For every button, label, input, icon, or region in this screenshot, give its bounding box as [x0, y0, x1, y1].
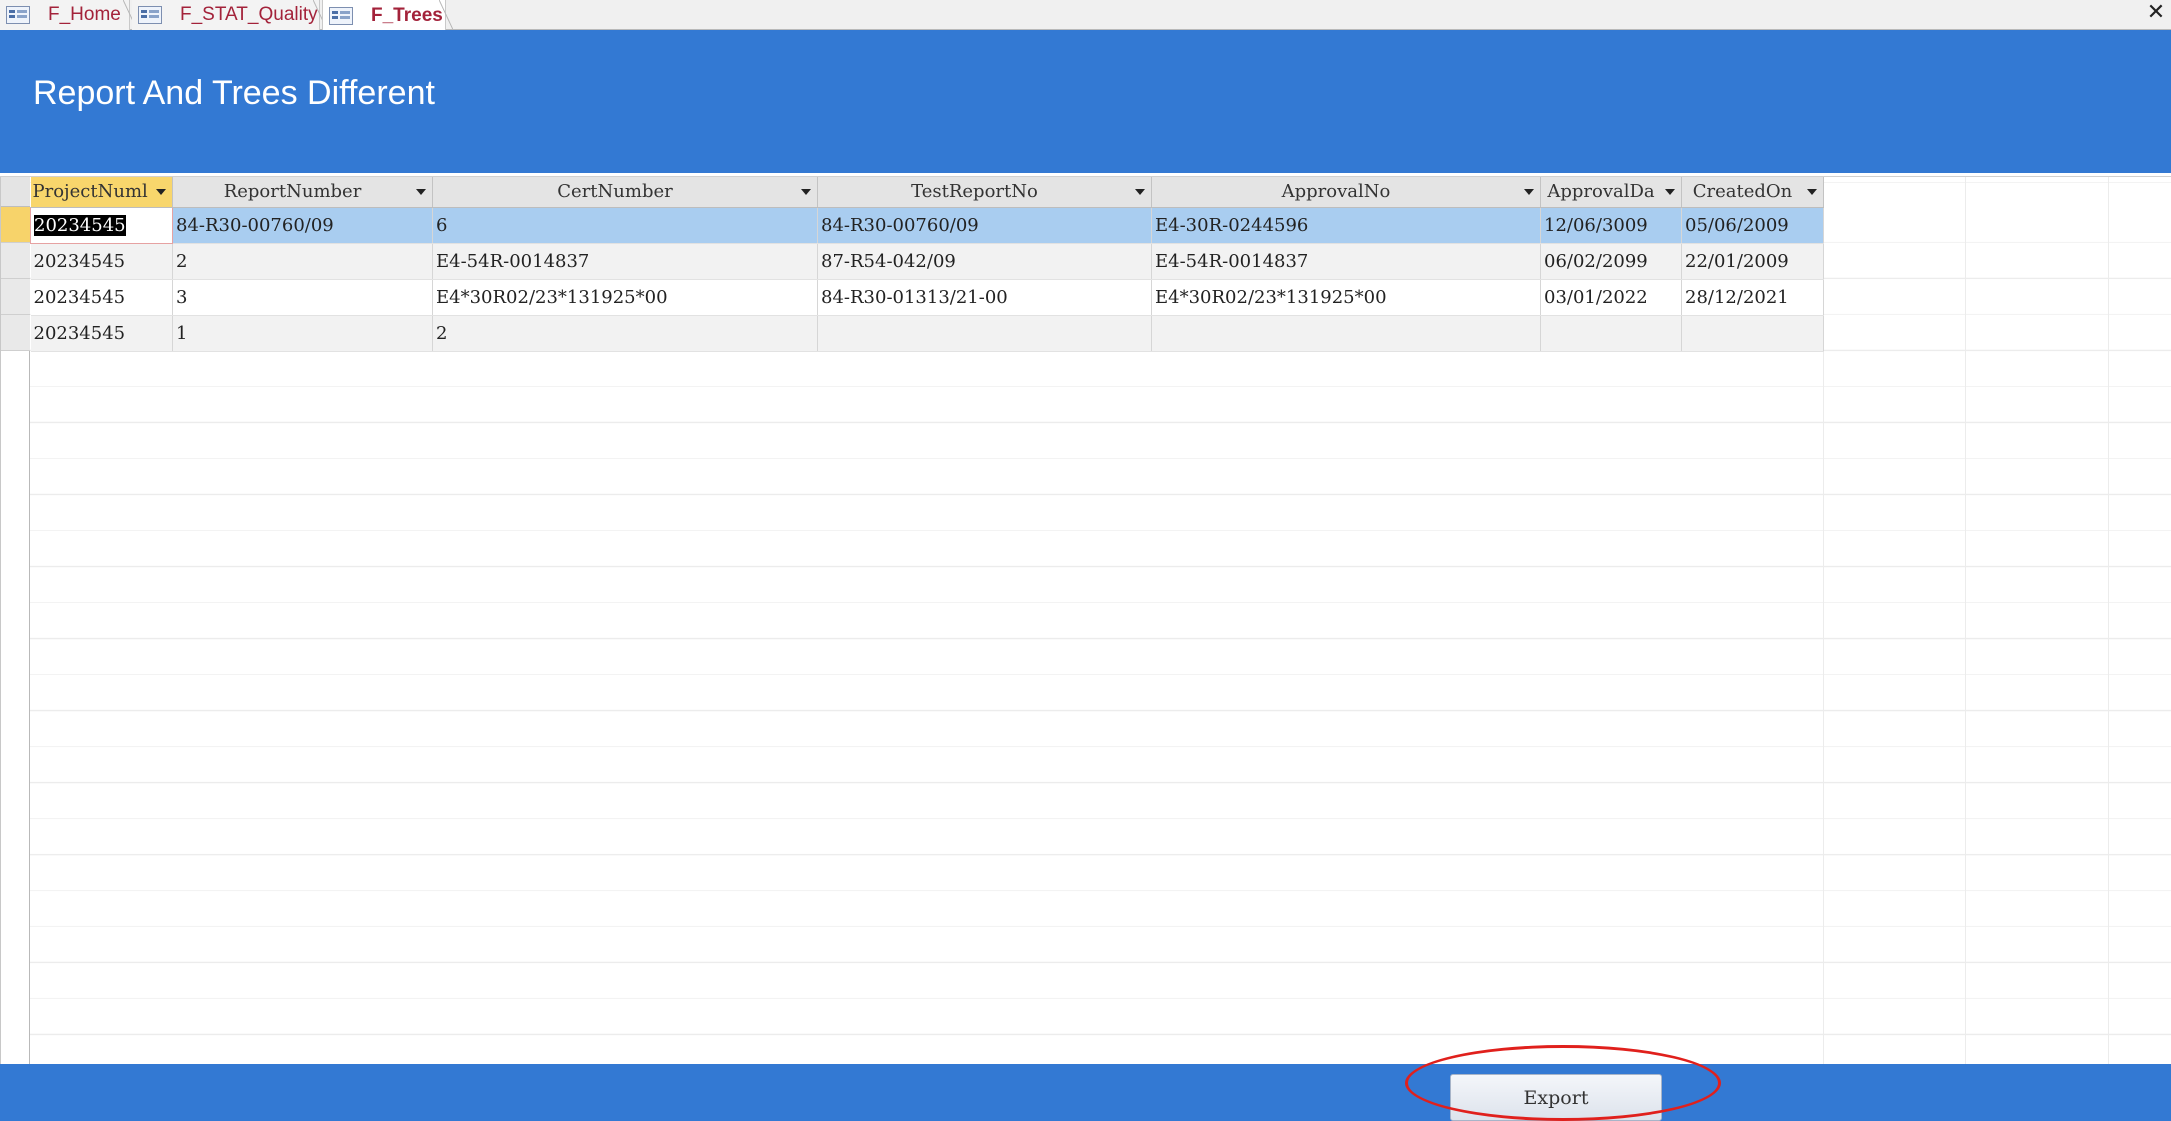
table-cell[interactable]: 87-R54-042/09 [817, 243, 1152, 280]
table-cell[interactable] [1151, 315, 1541, 352]
table-cell[interactable]: E4-54R-0014837 [432, 243, 818, 280]
chevron-down-icon[interactable] [416, 189, 426, 195]
table-cell[interactable]: 03/01/2022 [1540, 279, 1682, 316]
chevron-down-icon[interactable] [801, 189, 811, 195]
close-icon[interactable]: ✕ [2145, 0, 2167, 26]
table-cell[interactable]: 2 [172, 243, 433, 280]
table-row[interactable]: 20234545 84-R30-00760/09 6 84-R30-00760/… [30, 206, 1824, 244]
datasheet: ProjectNuml ReportNumber CertNumber Test… [0, 176, 2171, 1065]
record-selector[interactable] [1, 279, 30, 315]
chevron-down-icon[interactable] [1807, 189, 1817, 195]
chevron-down-icon[interactable] [1524, 189, 1534, 195]
table-cell[interactable] [1681, 315, 1824, 352]
chevron-down-icon[interactable] [156, 189, 166, 195]
form-icon [6, 6, 30, 24]
table-cell[interactable]: E4*30R02/23*131925*00 [432, 279, 818, 316]
page-title: Report And Trees Different [33, 74, 435, 112]
table-cell[interactable]: 20234545 [30, 315, 173, 352]
table-cell[interactable]: 22/01/2009 [1681, 243, 1824, 280]
tab-label: F_Home [48, 4, 121, 25]
table-cell[interactable]: 12/06/3009 [1540, 207, 1682, 244]
table-cell[interactable]: 84-R30-00760/09 [817, 207, 1152, 244]
tab-label: F_Trees [371, 4, 443, 26]
record-selector-column [0, 177, 30, 1065]
table-row[interactable]: 20234545 2 E4-54R-0014837 87-R54-042/09 … [30, 243, 1824, 280]
column-header-createdon[interactable]: CreatedOn [1681, 177, 1824, 208]
table-cell[interactable]: 84-R30-01313/21-00 [817, 279, 1152, 316]
tab-f-stat-quality[interactable]: F_STAT_Quality [132, 0, 327, 30]
tab-f-trees[interactable]: F_Trees [322, 0, 453, 31]
export-button[interactable]: Export [1450, 1074, 1662, 1121]
column-header-testreportno[interactable]: TestReportNo [817, 177, 1152, 208]
table-cell[interactable]: 20234545 [30, 206, 173, 244]
table-cell[interactable]: 6 [432, 207, 818, 244]
table-cell[interactable]: 28/12/2021 [1681, 279, 1824, 316]
column-header-reportnumber[interactable]: ReportNumber [172, 177, 433, 208]
table-cell[interactable]: 3 [172, 279, 433, 316]
table-cell[interactable]: E4-30R-0244596 [1151, 207, 1541, 244]
document-tab-bar: F_Home F_STAT_Quality F_Trees ✕ [0, 0, 2171, 31]
table-cell[interactable]: E4*30R02/23*131925*00 [1151, 279, 1541, 316]
column-header-approvalno[interactable]: ApprovalNo [1151, 177, 1541, 208]
record-selector[interactable] [1, 243, 30, 279]
record-selector[interactable] [1, 207, 30, 243]
form-footer: Export [0, 1064, 2171, 1121]
column-header-approvaldate[interactable]: ApprovalDa [1540, 177, 1682, 208]
table-cell[interactable]: 1 [172, 315, 433, 352]
table-row[interactable]: 20234545 1 2 [30, 315, 1824, 352]
table-cell[interactable]: 2 [432, 315, 818, 352]
record-selector[interactable] [1, 315, 30, 351]
table-cell[interactable]: 06/02/2099 [1540, 243, 1682, 280]
form-icon [329, 6, 353, 25]
table-row[interactable]: 20234545 3 E4*30R02/23*131925*00 84-R30-… [30, 279, 1824, 316]
table-cell[interactable]: 20234545 [30, 243, 173, 280]
tab-label: F_STAT_Quality [180, 4, 318, 25]
tab-f-home[interactable]: F_Home [0, 0, 137, 30]
chevron-down-icon[interactable] [1665, 189, 1675, 195]
table-cell[interactable] [1540, 315, 1682, 352]
table-cell[interactable] [817, 315, 1152, 352]
table-cell[interactable]: 20234545 [30, 279, 173, 316]
select-all-corner[interactable] [1, 177, 30, 207]
form-header: Report And Trees Different [0, 30, 2171, 173]
table-cell[interactable]: E4-54R-0014837 [1151, 243, 1541, 280]
table-cell[interactable]: 84-R30-00760/09 [172, 207, 433, 244]
data-table: ProjectNuml ReportNumber CertNumber Test… [30, 177, 1824, 352]
column-header-projectnumber[interactable]: ProjectNuml [30, 177, 173, 208]
column-header-certnumber[interactable]: CertNumber [432, 177, 818, 208]
table-cell[interactable]: 05/06/2009 [1681, 207, 1824, 244]
form-icon [138, 6, 162, 24]
chevron-down-icon[interactable] [1135, 189, 1145, 195]
